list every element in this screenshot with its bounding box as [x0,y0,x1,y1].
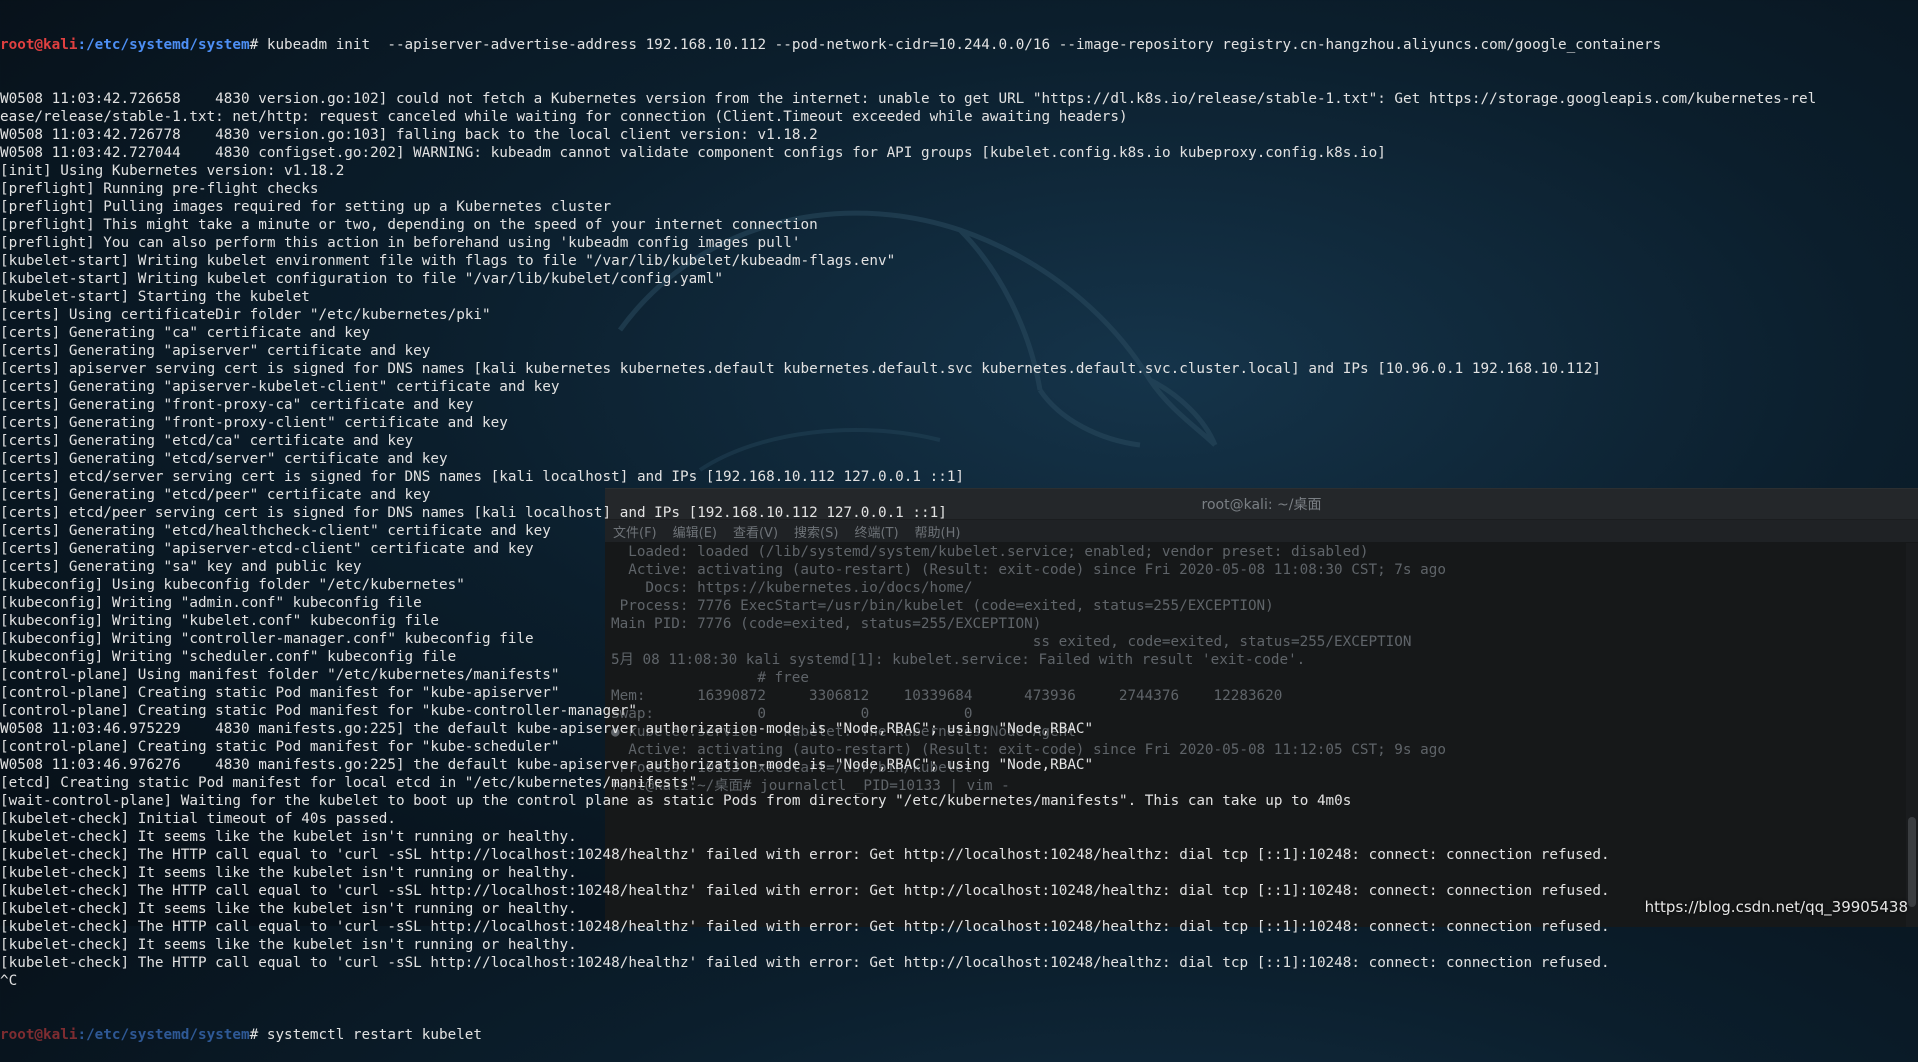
last-command-text: # systemctl restart kubelet [249,1027,483,1043]
log-line: [preflight] Pulling images required for … [0,199,612,215]
log-line: ease/release/stable-1.txt: net/http: req… [0,109,1128,125]
log-line: [kubelet-check] Initial timeout of 40s p… [0,811,396,827]
log-line: W0508 11:03:42.726778 4830 version.go:10… [0,127,818,143]
log-line: [control-plane] Creating static Pod mani… [0,703,637,719]
log-line: [kubelet-start] Writing kubelet environm… [0,253,896,269]
log-line: [kubelet-check] It seems like the kubele… [0,865,577,881]
log-line: [kubelet-check] It seems like the kubele… [0,829,577,845]
log-line: [certs] Generating "etcd/server" certifi… [0,451,448,467]
log-line: [wait-control-plane] Waiting for the kub… [0,793,1352,809]
log-line: [certs] Generating "etcd/peer" certifica… [0,487,431,503]
log-line: W0508 11:03:42.726658 4830 version.go:10… [0,91,1817,107]
log-line: [control-plane] Creating static Pod mani… [0,739,560,755]
log-line: [kubeconfig] Writing "admin.conf" kubeco… [0,595,422,611]
log-line: W0508 11:03:46.975229 4830 manifests.go:… [0,721,1094,737]
log-line: [kubelet-check] It seems like the kubele… [0,937,577,953]
log-line: [control-plane] Using manifest folder "/… [0,667,560,683]
log-line: [certs] Generating "ca" certificate and … [0,325,371,341]
log-line: [kubeconfig] Writing "controller-manager… [0,631,534,647]
log-line: [etcd] Creating static Pod manifest for … [0,775,698,791]
log-line: [kubeconfig] Writing "kubelet.conf" kube… [0,613,439,629]
last-prompt-user: root@kali [0,1027,78,1043]
log-line: [kubeconfig] Using kubeconfig folder "/e… [0,577,465,593]
log-line: [certs] Generating "apiserver-kubelet-cl… [0,379,560,395]
log-line: [kubelet-check] The HTTP call equal to '… [0,883,1610,899]
command-text: # kubeadm init --apiserver-advertise-add… [249,37,1662,53]
command-line: root@kali:/etc/systemd/system# kubeadm i… [0,36,1918,54]
log-line: W0508 11:03:42.727044 4830 configset.go:… [0,145,1386,161]
log-line: ^C [0,973,18,989]
log-line: [certs] Generating "front-proxy-client" … [0,415,508,431]
terminal-output[interactable]: root@kali:/etc/systemd/system# kubeadm i… [0,0,1918,1043]
log-line: [init] Using Kubernetes version: v1.18.2 [0,163,345,179]
log-line: [certs] etcd/peer serving cert is signed… [0,505,947,521]
log-line: [kubelet-check] The HTTP call equal to '… [0,919,1610,935]
log-line: [kubelet-check] The HTTP call equal to '… [0,955,1610,971]
watermark-url: https://blog.csdn.net/qq_39905438 [1644,898,1908,916]
log-line: [kubelet-check] It seems like the kubele… [0,901,577,917]
prompt-path: :/etc/systemd/system [77,37,250,53]
terminal-log-lines: W0508 11:03:42.726658 4830 version.go:10… [0,90,1918,990]
log-line: [certs] Generating "sa" key and public k… [0,559,362,575]
log-line: [kubelet-start] Starting the kubelet [0,289,310,305]
log-line: [certs] Generating "apiserver" certifica… [0,343,431,359]
log-line: [control-plane] Creating static Pod mani… [0,685,560,701]
log-line: [certs] Generating "apiserver-etcd-clien… [0,541,534,557]
last-prompt-path: :/etc/systemd/system [77,1027,250,1043]
log-line: [kubeconfig] Writing "scheduler.conf" ku… [0,649,457,665]
log-line: [preflight] You can also perform this ac… [0,235,801,251]
log-line: [certs] Generating "etcd/ca" certificate… [0,433,414,449]
last-command-line: root@kali:/etc/systemd/system# systemctl… [0,1026,1918,1044]
log-line: [kubelet-start] Writing kubelet configur… [0,271,724,287]
log-line: [certs] Using certificateDir folder "/et… [0,307,491,323]
prompt-user: root@kali [0,37,78,53]
log-line: W0508 11:03:46.976276 4830 manifests.go:… [0,757,1094,773]
log-line: [certs] apiserver serving cert is signed… [0,361,1601,377]
log-line: [certs] etcd/server serving cert is sign… [0,469,965,485]
log-line: [kubelet-check] The HTTP call equal to '… [0,847,1610,863]
log-line: [certs] Generating "front-proxy-ca" cert… [0,397,474,413]
log-line: [preflight] Running pre-flight checks [0,181,319,197]
log-line: [preflight] This might take a minute or … [0,217,818,233]
log-line: [certs] Generating "etcd/healthcheck-cli… [0,523,551,539]
